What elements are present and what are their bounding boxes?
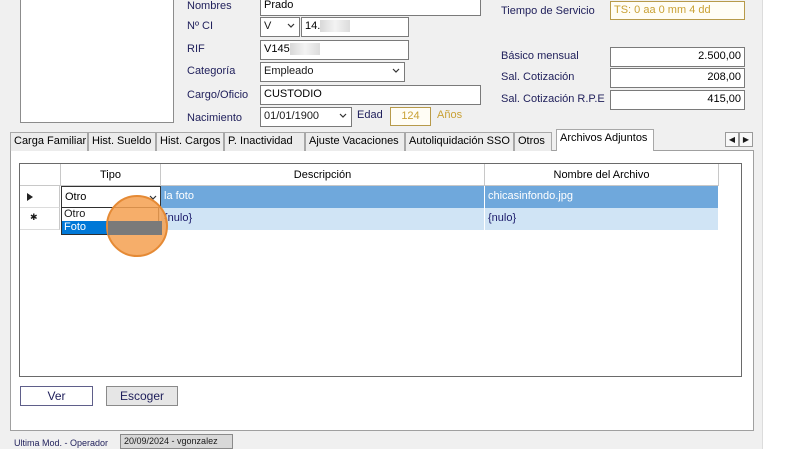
row-selector[interactable]	[20, 186, 60, 208]
tab-strip: Carga Familiar Hist. Sueldo Hist. Cargos…	[10, 129, 754, 151]
ci-number-value: 14.	[305, 20, 321, 32]
edad-field: 124	[390, 107, 431, 126]
redacted-block	[289, 43, 320, 56]
new-row-selector[interactable]: ✱	[20, 208, 60, 230]
row-header-corner	[20, 164, 61, 186]
cotizacion-field[interactable]: 208,00	[610, 68, 745, 88]
cargo-label: Cargo/Oficio	[187, 89, 249, 101]
current-row-arrow-icon	[27, 193, 33, 201]
nombre-archivo-cell[interactable]: {nulo}	[485, 208, 719, 230]
ultima-mod-label: Ultima Mod. - Operador	[14, 438, 109, 448]
rif-value: V145	[264, 43, 290, 55]
tiempo-servicio-field: TS: 0 aa 0 mm 4 dd	[610, 1, 745, 20]
click-highlight-indicator	[106, 195, 168, 257]
tab-autoliquidacion-sso[interactable]: Autoliquidación SSO	[405, 132, 514, 151]
ci-number-field[interactable]: 14.	[301, 17, 409, 37]
rpe-label: Sal. Cotización R.P.E	[501, 93, 605, 105]
rif-label: RIF	[187, 43, 205, 55]
ci-label: Nº CI	[187, 20, 214, 32]
descripcion-cell[interactable]: {nulo}	[161, 208, 485, 230]
ver-button[interactable]: Ver	[20, 386, 93, 406]
anos-label: Años	[437, 109, 463, 121]
nacimiento-value: 01/01/1900	[264, 110, 320, 122]
new-row-asterisk-icon: ✱	[30, 212, 38, 222]
basico-label: Básico mensual	[501, 50, 579, 62]
column-header-tipo[interactable]: Tipo	[61, 164, 161, 186]
categoria-value: Empleado	[264, 65, 314, 77]
redacted-block	[320, 20, 351, 33]
nacimiento-label: Nacimiento	[187, 112, 243, 124]
ultima-mod-field: 20/09/2024 - vgonzalez	[120, 434, 233, 449]
tab-hist-cargos[interactable]: Hist. Cargos	[156, 132, 224, 151]
employee-photo-frame[interactable]	[20, 0, 174, 123]
attachments-grid[interactable]: Tipo Descripción Nombre del Archivo Otro…	[19, 163, 742, 377]
nombres-label: Nombres	[187, 0, 232, 12]
ci-type-select[interactable]: V	[260, 17, 300, 37]
chevron-down-icon	[339, 113, 347, 118]
tab-hist-sueldo[interactable]: Hist. Sueldo	[88, 132, 156, 151]
column-header-descripcion[interactable]: Descripción	[161, 164, 485, 186]
main-window: Nombres Nº CI RIF Categoría Cargo/Oficio…	[0, 0, 763, 449]
chevron-down-icon	[392, 68, 400, 73]
nacimiento-picker[interactable]: 01/01/1900	[260, 107, 352, 127]
categoria-select[interactable]: Empleado	[260, 62, 405, 82]
categoria-label: Categoría	[187, 65, 236, 77]
cargo-field[interactable]: CUSTODIO	[260, 85, 481, 105]
column-header-nombre-archivo[interactable]: Nombre del Archivo	[485, 164, 719, 186]
tab-ajuste-vacaciones[interactable]: Ajuste Vacaciones	[305, 132, 405, 151]
descripcion-cell[interactable]: la foto	[161, 186, 485, 208]
tab-carga-familiar[interactable]: Carga Familiar	[10, 132, 88, 151]
nombre-archivo-cell[interactable]: chicasinfondo.jpg	[485, 186, 719, 208]
edad-label: Edad	[357, 109, 383, 121]
tab-otros[interactable]: Otros	[514, 132, 552, 151]
rif-field[interactable]: V145	[260, 40, 409, 60]
tiempo-servicio-label: Tiempo de Servicio	[501, 5, 595, 17]
cotizacion-label: Sal. Cotización	[501, 71, 575, 83]
escoger-button[interactable]: Escoger	[106, 386, 178, 406]
tab-archivos-adjuntos[interactable]: Archivos Adjuntos	[556, 129, 654, 151]
tab-scroll-right-icon[interactable]: ▶	[739, 132, 753, 147]
tab-p-inactividad[interactable]: P. Inactividad	[224, 132, 305, 151]
ci-type-value: V	[264, 20, 272, 32]
tab-scroll-left-icon[interactable]: ◀	[725, 132, 739, 147]
basico-field[interactable]: 2.500,00	[610, 47, 745, 67]
chevron-down-icon	[287, 23, 295, 28]
tipo-value: Otro	[65, 191, 87, 203]
nombres-field[interactable]: Prado	[260, 0, 481, 16]
rpe-field[interactable]: 415,00	[610, 90, 745, 110]
